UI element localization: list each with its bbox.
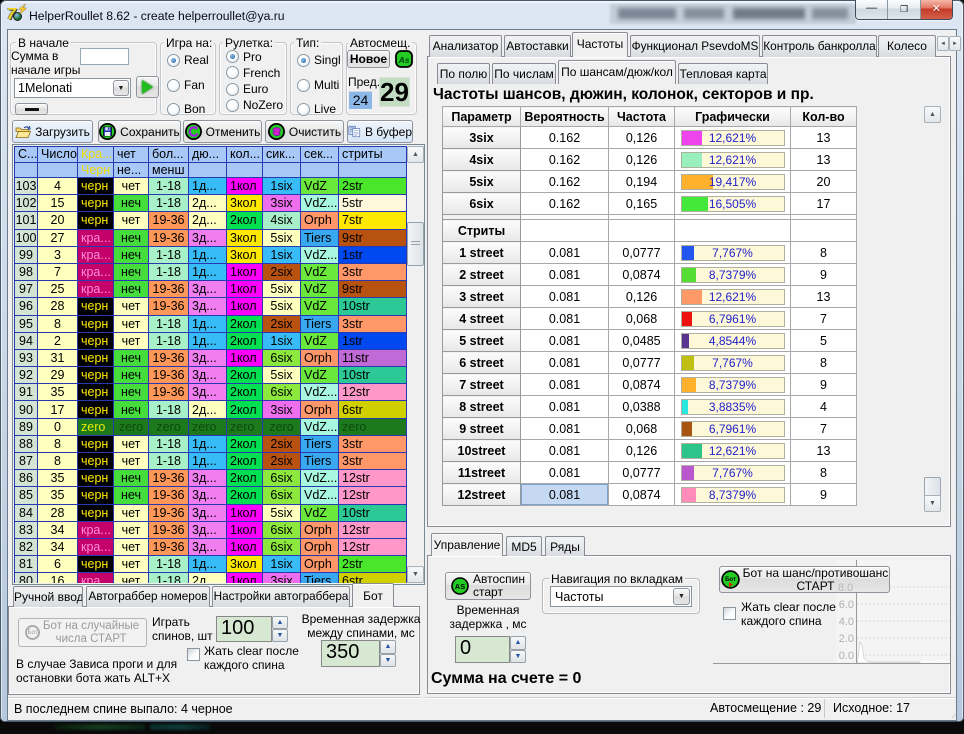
svg-text:Бот: Бот [725, 577, 736, 583]
svg-text:As: As [398, 55, 410, 65]
svg-text:AS: AS [455, 582, 465, 591]
